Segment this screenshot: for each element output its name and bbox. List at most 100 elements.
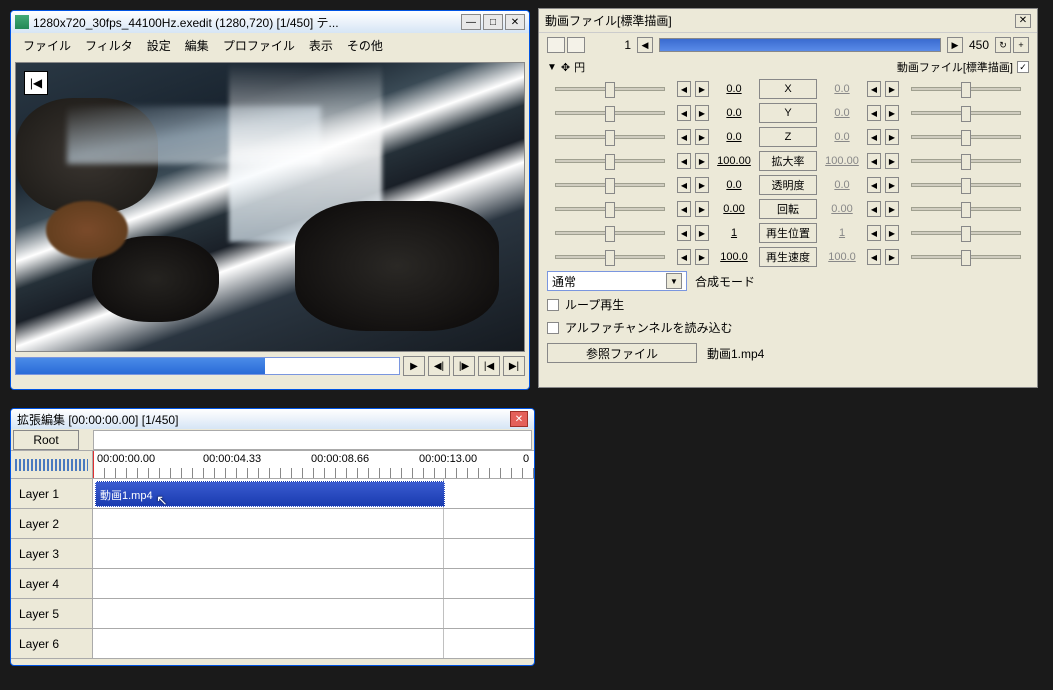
properties-titlebar[interactable]: 動画ファイル[標準描画] ✕ (539, 9, 1037, 33)
layer-label[interactable]: Layer 4 (11, 569, 93, 598)
menu-other[interactable]: その他 (341, 35, 389, 56)
dec-right-button[interactable]: ◀ (867, 153, 881, 169)
param-value-left[interactable]: 0.0 (713, 107, 755, 119)
step-back-button[interactable]: ◀| (428, 356, 450, 376)
param-value-right[interactable]: 0.0 (821, 107, 863, 119)
goto-last-button[interactable]: ▶| (503, 356, 525, 376)
collapse-icon[interactable]: ▼ (547, 62, 557, 73)
param-slider-left[interactable] (555, 183, 665, 187)
param-value-right[interactable]: 100.0 (821, 251, 863, 263)
layer-track[interactable]: 動画1.mp4↖ (93, 479, 534, 508)
dec-left-button[interactable]: ◀ (677, 201, 691, 217)
root-button[interactable]: Root (13, 430, 79, 450)
view-icon[interactable] (567, 37, 585, 53)
dec-right-button[interactable]: ◀ (867, 177, 881, 193)
param-value-right[interactable]: 0.00 (821, 203, 863, 215)
inc-left-button[interactable]: ▶ (695, 153, 709, 169)
param-slider-left[interactable] (555, 159, 665, 163)
inc-right-button[interactable]: ▶ (885, 201, 899, 217)
inc-left-button[interactable]: ▶ (695, 201, 709, 217)
section-handle-icon[interactable]: ✥ (561, 61, 570, 74)
dec-left-button[interactable]: ◀ (677, 249, 691, 265)
timeline-titlebar[interactable]: 拡張編集 [00:00:00.00] [1/450] ✕ (11, 409, 534, 429)
timeline-header-track[interactable] (93, 430, 532, 450)
dec-left-button[interactable]: ◀ (677, 129, 691, 145)
inc-right-button[interactable]: ▶ (885, 225, 899, 241)
param-value-right[interactable]: 0.0 (821, 83, 863, 95)
param-slider-left[interactable] (555, 87, 665, 91)
param-name-button[interactable]: X (759, 79, 817, 99)
param-slider-left[interactable] (555, 111, 665, 115)
param-name-button[interactable]: 透明度 (759, 175, 817, 195)
layer-label[interactable]: Layer 1 (11, 479, 93, 508)
param-name-button[interactable]: 拡大率 (759, 151, 817, 171)
refresh-icon[interactable]: ↻ (995, 37, 1011, 53)
param-slider-right[interactable] (911, 231, 1021, 235)
param-slider-right[interactable] (911, 183, 1021, 187)
param-value-left[interactable]: 0.0 (713, 131, 755, 143)
menu-profile[interactable]: プロファイル (217, 35, 301, 56)
playhead[interactable] (93, 451, 94, 478)
add-icon[interactable]: + (1013, 37, 1029, 53)
param-slider-right[interactable] (911, 159, 1021, 163)
dec-right-button[interactable]: ◀ (867, 201, 881, 217)
dec-right-button[interactable]: ◀ (867, 81, 881, 97)
param-slider-right[interactable] (911, 255, 1021, 259)
layer-label[interactable]: Layer 3 (11, 539, 93, 568)
param-value-left[interactable]: 0.00 (713, 203, 755, 215)
inc-left-button[interactable]: ▶ (695, 177, 709, 193)
properties-seekbar[interactable] (659, 38, 941, 52)
video-preview[interactable]: |◀ (15, 62, 525, 352)
minimize-button[interactable]: — (461, 14, 481, 30)
layer-label[interactable]: Layer 6 (11, 629, 93, 658)
inc-right-button[interactable]: ▶ (885, 249, 899, 265)
inc-left-button[interactable]: ▶ (695, 105, 709, 121)
goto-first-button[interactable]: |◀ (478, 356, 500, 376)
param-value-right[interactable]: 100.00 (821, 155, 863, 167)
dec-left-button[interactable]: ◀ (677, 225, 691, 241)
dec-left-button[interactable]: ◀ (677, 81, 691, 97)
blend-mode-select[interactable]: 通常 ▼ (547, 271, 687, 291)
preview-seekbar[interactable] (15, 357, 400, 375)
param-value-left[interactable]: 0.0 (713, 179, 755, 191)
dec-left-button[interactable]: ◀ (677, 177, 691, 193)
param-name-button[interactable]: 再生速度 (759, 247, 817, 267)
layer-track[interactable] (93, 629, 534, 658)
timeline-clip[interactable]: 動画1.mp4↖ (95, 481, 445, 507)
main-titlebar[interactable]: 1280x720_30fps_44100Hz.exedit (1280,720)… (11, 11, 529, 33)
layer-label[interactable]: Layer 5 (11, 599, 93, 628)
time-ruler[interactable]: 00:00:00.00 00:00:04.33 00:00:08.66 00:0… (93, 451, 534, 478)
alpha-checkbox[interactable] (547, 322, 559, 334)
param-slider-right[interactable] (911, 135, 1021, 139)
param-slider-left[interactable] (555, 207, 665, 211)
param-slider-right[interactable] (911, 207, 1021, 211)
loop-checkbox[interactable] (547, 299, 559, 311)
inc-left-button[interactable]: ▶ (695, 225, 709, 241)
param-value-left[interactable]: 100.00 (713, 155, 755, 167)
param-name-button[interactable]: Z (759, 127, 817, 147)
inc-left-button[interactable]: ▶ (695, 129, 709, 145)
menu-file[interactable]: ファイル (17, 35, 77, 56)
layer-label[interactable]: Layer 2 (11, 509, 93, 538)
param-value-left[interactable]: 0.0 (713, 83, 755, 95)
dec-right-button[interactable]: ◀ (867, 105, 881, 121)
menu-settings[interactable]: 設定 (141, 35, 177, 56)
menu-filter[interactable]: フィルタ (79, 35, 139, 56)
close-button[interactable]: ✕ (505, 14, 525, 30)
param-value-left[interactable]: 1 (713, 227, 755, 239)
inc-right-button[interactable]: ▶ (885, 153, 899, 169)
param-value-right[interactable]: 1 (821, 227, 863, 239)
dec-right-button[interactable]: ◀ (867, 225, 881, 241)
layer-track[interactable] (93, 539, 534, 568)
frame-next-button[interactable]: ▶ (947, 37, 963, 53)
param-name-button[interactable]: Y (759, 103, 817, 123)
param-value-left[interactable]: 100.0 (713, 251, 755, 263)
menu-view[interactable]: 表示 (303, 35, 339, 56)
param-slider-left[interactable] (555, 255, 665, 259)
goto-start-icon[interactable]: |◀ (24, 71, 48, 95)
zoom-scale[interactable] (11, 451, 93, 478)
param-slider-right[interactable] (911, 87, 1021, 91)
dec-right-button[interactable]: ◀ (867, 129, 881, 145)
param-slider-left[interactable] (555, 135, 665, 139)
layer-track[interactable] (93, 569, 534, 598)
